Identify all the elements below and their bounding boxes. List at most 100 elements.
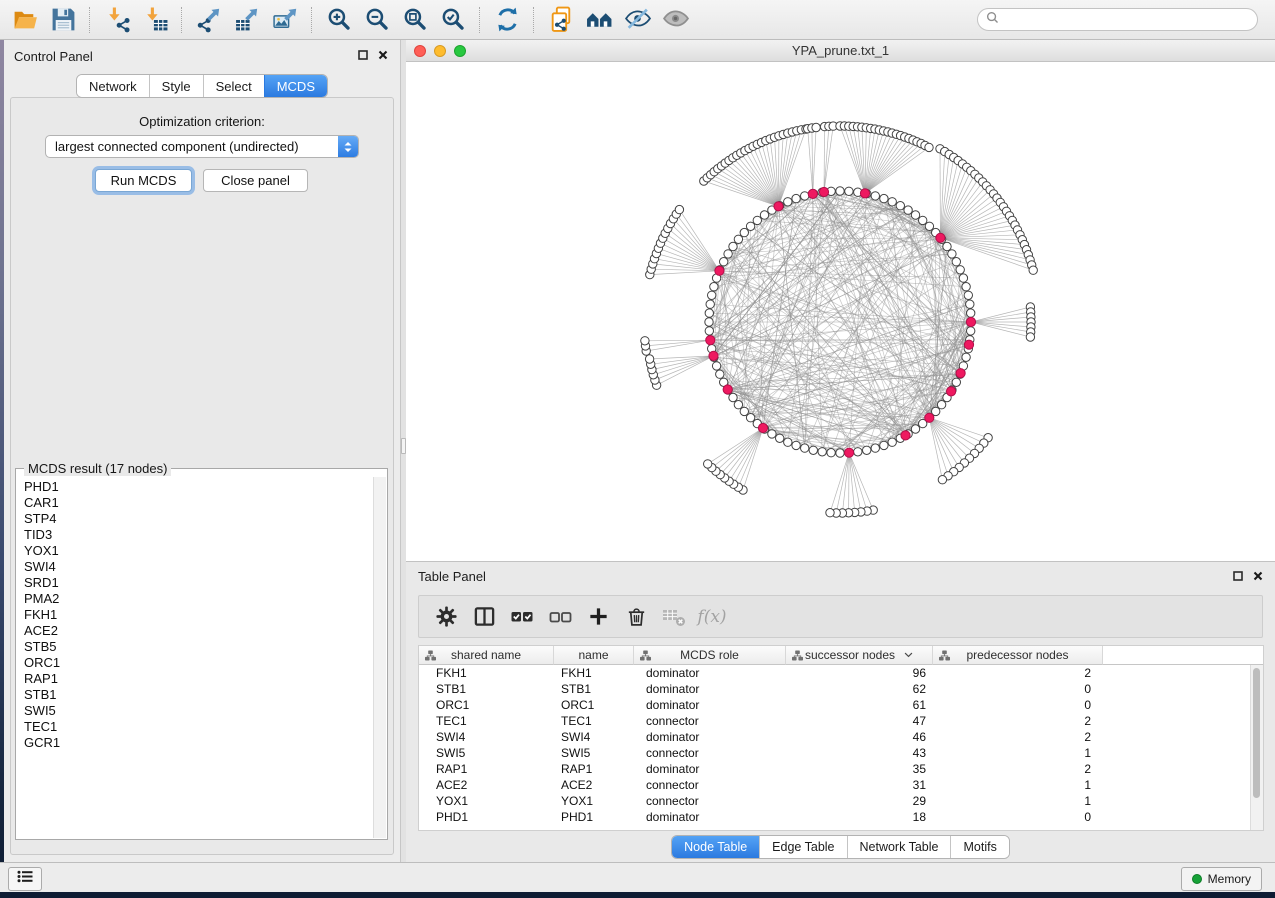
window-minimize-button[interactable] <box>434 45 446 57</box>
show-columns-icon[interactable] <box>469 602 499 632</box>
column-header-MCDS-role[interactable]: MCDS role <box>634 646 786 665</box>
table-toolbar: f(x) <box>418 595 1263 638</box>
table-cell: dominator <box>634 681 786 697</box>
window-close-button[interactable] <box>414 45 426 57</box>
toolbar-separator <box>311 7 313 33</box>
table-cell: 29 <box>786 793 933 809</box>
optimization-criterion-select[interactable]: largest connected component (undirected) <box>45 135 359 158</box>
mcds-result-item[interactable]: GCR1 <box>24 735 374 751</box>
mcds-result-item[interactable]: ACE2 <box>24 623 374 639</box>
window-maximize-button[interactable] <box>454 45 466 57</box>
tab-select[interactable]: Select <box>203 75 264 97</box>
table-row[interactable]: ACE2ACE2connector311 <box>419 777 1263 793</box>
tab-edge-table[interactable]: Edge Table <box>759 836 846 858</box>
tab-network-table[interactable]: Network Table <box>847 836 951 858</box>
tab-node-table[interactable]: Node Table <box>672 836 759 858</box>
tab-mcds[interactable]: MCDS <box>264 75 327 97</box>
mcds-result-item[interactable]: FKH1 <box>24 607 374 623</box>
mcds-result-item[interactable]: YOX1 <box>24 543 374 559</box>
select-all-icon[interactable] <box>507 602 537 632</box>
table-row[interactable]: SWI5SWI5connector431 <box>419 745 1263 761</box>
mcds-tab-panel: Optimization criterion: largest connecte… <box>10 97 394 855</box>
import-network-icon[interactable] <box>100 4 134 36</box>
close-mcds-panel-button[interactable]: Close panel <box>203 169 308 192</box>
table-scrollbar[interactable] <box>1250 665 1263 830</box>
table-cell: FKH1 <box>554 665 634 681</box>
column-header-predecessor-nodes[interactable]: predecessor nodes <box>933 646 1103 665</box>
column-header-filler <box>1103 646 1263 665</box>
mcds-result-item[interactable]: SWI4 <box>24 559 374 575</box>
table-row[interactable]: YOX1YOX1connector291 <box>419 793 1263 809</box>
table-row[interactable]: FKH1FKH1dominator962 <box>419 665 1263 681</box>
clone-network-icon[interactable] <box>544 4 578 36</box>
search-box[interactable] <box>977 8 1258 31</box>
column-header-name[interactable]: name <box>554 646 634 665</box>
mcds-result-item[interactable]: SRD1 <box>24 575 374 591</box>
show-all-icon[interactable] <box>658 4 692 36</box>
network-window-titlebar[interactable]: YPA_prune.txt_1 <box>406 40 1275 62</box>
deselect-all-icon[interactable] <box>545 602 575 632</box>
mcds-result-item[interactable]: PMA2 <box>24 591 374 607</box>
tab-style[interactable]: Style <box>149 75 203 97</box>
delete-columns-icon[interactable] <box>621 602 651 632</box>
table-row[interactable]: RAP1RAP1dominator352 <box>419 761 1263 777</box>
hide-selected-icon[interactable] <box>620 4 654 36</box>
float-window-icon[interactable] <box>357 49 368 60</box>
zoom-selected-icon[interactable] <box>436 4 470 36</box>
memory-button[interactable]: Memory <box>1181 867 1262 891</box>
table-cell: YOX1 <box>419 793 554 809</box>
control-panel: Control Panel NetworkStyleSelectMCDS Opt… <box>4 40 401 862</box>
network-view: YPA_prune.txt_1 <box>406 40 1275 561</box>
export-image-icon[interactable] <box>268 4 302 36</box>
mcds-result-item[interactable]: PHD1 <box>24 479 374 495</box>
apply-layout-icon[interactable] <box>490 4 524 36</box>
toolbar-separator <box>533 7 535 33</box>
mcds-result-item[interactable]: CAR1 <box>24 495 374 511</box>
search-input[interactable] <box>1004 10 1257 30</box>
table-row[interactable]: STB1STB1dominator620 <box>419 681 1263 697</box>
list-icon <box>17 870 33 888</box>
table-cell: 18 <box>786 809 933 825</box>
table-cell: ACE2 <box>554 777 634 793</box>
table-close-icon[interactable] <box>1252 570 1263 581</box>
export-table-icon[interactable] <box>230 4 264 36</box>
mcds-result-item[interactable]: SWI5 <box>24 703 374 719</box>
tab-motifs[interactable]: Motifs <box>950 836 1008 858</box>
mcds-result-item[interactable]: STP4 <box>24 511 374 527</box>
create-column-icon[interactable] <box>583 602 613 632</box>
zoom-out-icon[interactable] <box>360 4 394 36</box>
export-network-icon[interactable] <box>192 4 226 36</box>
memory-status-icon <box>1192 874 1202 884</box>
table-mode-icon[interactable] <box>431 602 461 632</box>
mcds-result-list[interactable]: PHD1CAR1STP4TID3YOX1SWI4SRD1PMA2FKH1ACE2… <box>17 477 374 838</box>
table-cell: 31 <box>786 777 933 793</box>
zoom-in-icon[interactable] <box>322 4 356 36</box>
table-float-window-icon[interactable] <box>1232 570 1243 581</box>
table-cell: 46 <box>786 729 933 745</box>
mcds-result-item[interactable]: ORC1 <box>24 655 374 671</box>
mcds-result-item[interactable]: STB5 <box>24 639 374 655</box>
network-graph[interactable] <box>406 62 1275 561</box>
import-table-icon[interactable] <box>138 4 172 36</box>
close-icon[interactable] <box>377 49 388 60</box>
open-file-icon[interactable] <box>8 4 42 36</box>
table-scrollbar-thumb[interactable] <box>1253 668 1260 798</box>
task-history-button[interactable] <box>8 867 42 891</box>
mcds-result-item[interactable]: TEC1 <box>24 719 374 735</box>
table-row[interactable]: PHD1PHD1dominator180 <box>419 809 1263 825</box>
first-neighbors-icon[interactable] <box>582 4 616 36</box>
mcds-result-item[interactable]: TID3 <box>24 527 374 543</box>
zoom-fit-icon[interactable] <box>398 4 432 36</box>
mcds-list-scrollbar[interactable] <box>373 477 386 838</box>
mcds-result-item[interactable]: STB1 <box>24 687 374 703</box>
tab-network[interactable]: Network <box>77 75 149 97</box>
table-row[interactable]: TEC1TEC1connector472 <box>419 713 1263 729</box>
table-row[interactable]: ORC1ORC1dominator610 <box>419 697 1263 713</box>
table-row[interactable]: SWI4SWI4dominator462 <box>419 729 1263 745</box>
mcds-result-item[interactable]: RAP1 <box>24 671 374 687</box>
save-session-icon[interactable] <box>46 4 80 36</box>
run-mcds-button[interactable]: Run MCDS <box>95 169 192 192</box>
column-header-shared-name[interactable]: shared name <box>419 646 554 665</box>
column-header-successor-nodes[interactable]: successor nodes <box>786 646 933 665</box>
network-canvas[interactable] <box>406 62 1275 561</box>
